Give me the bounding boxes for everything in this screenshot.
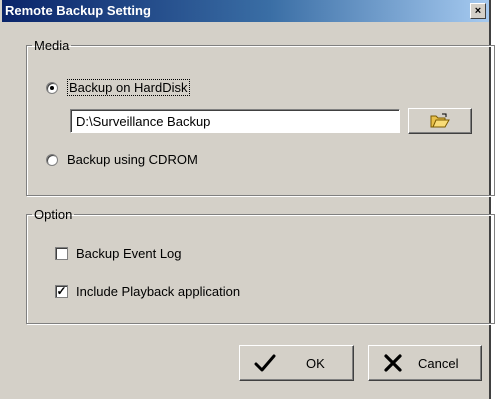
cdrom-radio-label[interactable]: Backup using CDROM [67, 152, 198, 167]
x-icon [383, 353, 403, 373]
option-group: Option [26, 207, 495, 324]
browse-folder-button[interactable] [408, 108, 472, 134]
close-icon: × [474, 5, 482, 17]
cancel-button[interactable]: Cancel [368, 345, 482, 381]
option-legend: Option [34, 207, 73, 222]
cancel-label: Cancel [418, 355, 459, 371]
media-legend: Media [34, 38, 70, 53]
remote-backup-dialog: Remote Backup Setting × Media Backup on … [0, 0, 495, 399]
ok-button[interactable]: OK [239, 345, 354, 381]
event-log-label[interactable]: Backup Event Log [76, 246, 182, 261]
playback-checkbox[interactable]: ✓ [55, 285, 68, 298]
ok-label: OK [306, 355, 325, 371]
checkmark-icon [254, 353, 276, 373]
backup-path-input[interactable] [70, 109, 400, 133]
harddisk-radio[interactable] [46, 81, 58, 94]
title-bar[interactable]: Remote Backup Setting × [2, 0, 489, 22]
cdrom-radio[interactable] [46, 153, 58, 166]
checkmark-icon: ✓ [56, 284, 67, 298]
window-title: Remote Backup Setting [5, 3, 151, 18]
harddisk-radio-label[interactable]: Backup on HardDisk [67, 79, 190, 96]
harddisk-radio-row[interactable]: Backup on HardDisk [46, 79, 190, 96]
close-button[interactable]: × [470, 3, 486, 19]
cdrom-radio-row[interactable]: Backup using CDROM [46, 152, 198, 167]
playback-label[interactable]: Include Playback application [76, 284, 240, 299]
open-folder-icon [430, 113, 450, 128]
event-log-checkbox[interactable] [55, 247, 68, 260]
event-log-checkbox-row[interactable]: Backup Event Log [55, 246, 182, 261]
playback-checkbox-row[interactable]: ✓ Include Playback application [55, 284, 240, 299]
